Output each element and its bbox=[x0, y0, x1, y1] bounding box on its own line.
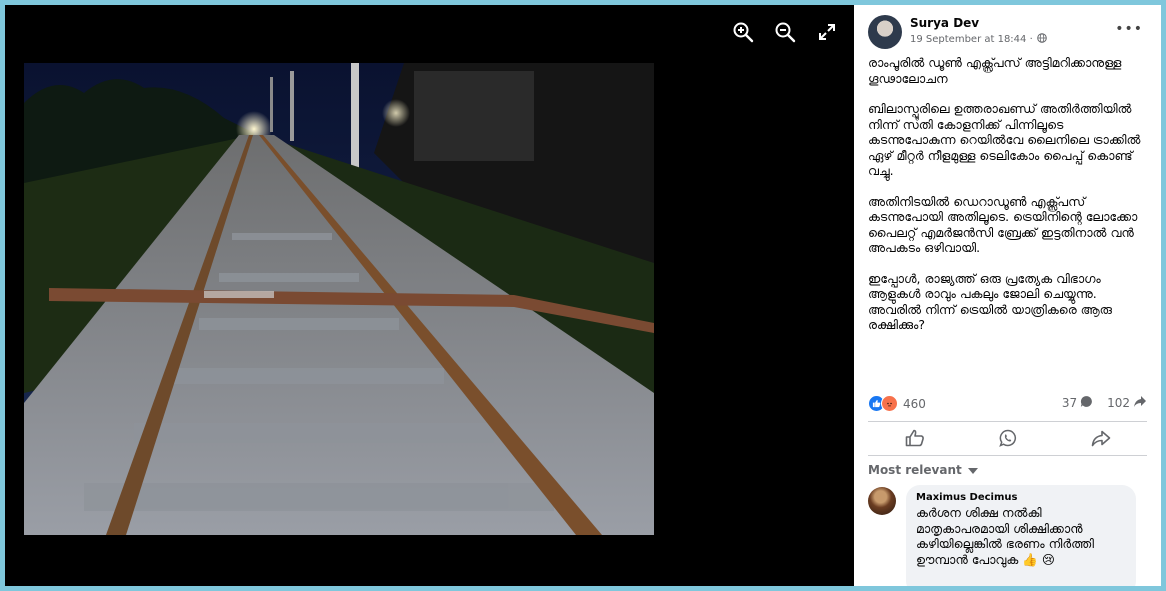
post-paragraph: ബിലാസ്പൂരിലെ ഉത്തരാഖണ്ഡ് അതിർത്തിയിൽ നിന… bbox=[868, 101, 1141, 178]
railway-track-image bbox=[24, 63, 654, 535]
like-button[interactable] bbox=[895, 429, 935, 451]
fullscreen-icon[interactable] bbox=[814, 19, 840, 45]
globe-icon bbox=[1036, 33, 1047, 46]
post-paragraph: രാംപൂരിൽ ഡൂൺ എക്സ്പ്രസ് അട്ടിമറിക്കാനുള്… bbox=[868, 55, 1122, 86]
comment-bubble: Maximus Decimus കർശന ശിക്ഷ നൽകി മാതൃകാപര… bbox=[906, 485, 1136, 586]
share-arrow-icon bbox=[1133, 395, 1147, 411]
comment-bubble-icon bbox=[1080, 395, 1093, 411]
share-count-value: 102 bbox=[1107, 396, 1130, 410]
commenter-avatar[interactable] bbox=[868, 487, 896, 515]
sort-label: Most relevant bbox=[868, 463, 962, 477]
shares-count[interactable]: 102 bbox=[1107, 395, 1147, 411]
post-paragraph: ഇപ്പോൾ, രാജ്യത്ത് ഒരു പ്രത്യേക വിഭാഗം ആള… bbox=[868, 270, 1112, 333]
comment-sort-dropdown[interactable]: Most relevant bbox=[868, 463, 978, 477]
comments-count[interactable]: 37 bbox=[1062, 395, 1093, 411]
reaction-count: 460 bbox=[903, 396, 926, 411]
post-paragraph: അതിനിടയിൽ ഡെറാഡൂൺ എക്സ്പ്രസ് കടന്നുപോയി … bbox=[868, 193, 1138, 256]
whatsapp-share-button[interactable] bbox=[988, 429, 1028, 451]
comment-text: കർശന ശിക്ഷ നൽകി മാതൃകാപരമായി ശിക്ഷിക്കാൻ… bbox=[916, 505, 1094, 567]
author-name[interactable]: Surya Dev bbox=[910, 16, 979, 30]
share-button[interactable] bbox=[1081, 429, 1121, 451]
photo-viewer bbox=[5, 5, 854, 586]
author-avatar[interactable] bbox=[868, 15, 902, 49]
divider bbox=[868, 421, 1147, 422]
zoom-in-icon[interactable] bbox=[730, 19, 756, 45]
post-actions bbox=[868, 429, 1147, 451]
caret-down-icon bbox=[967, 463, 978, 477]
post-meta: 19 September at 18:44 · bbox=[910, 33, 1047, 46]
angry-reaction-icon bbox=[881, 395, 898, 412]
engagement-counts: 37 102 bbox=[1062, 395, 1147, 411]
zoom-out-icon[interactable] bbox=[772, 19, 798, 45]
post-panel: Surya Dev 19 September at 18:44 · ••• രാ… bbox=[854, 5, 1161, 586]
reactions-summary[interactable]: 460 bbox=[868, 395, 926, 412]
post-photo[interactable] bbox=[24, 63, 654, 535]
thumbs-up-icon bbox=[905, 429, 925, 451]
post-text: രാംപൂരിൽ ഡൂൺ എക്സ്പ്രസ് അട്ടിമറിക്കാനുള്… bbox=[868, 55, 1153, 348]
divider bbox=[868, 455, 1147, 456]
post-timestamp[interactable]: 19 September at 18:44 · bbox=[910, 34, 1033, 45]
whatsapp-icon bbox=[998, 429, 1017, 451]
share-icon bbox=[1091, 430, 1111, 451]
commenter-name[interactable]: Maximus Decimus bbox=[916, 492, 1126, 503]
more-options-button[interactable]: ••• bbox=[1115, 21, 1143, 37]
comment-count-value: 37 bbox=[1061, 396, 1078, 410]
photo-viewer-window: Surya Dev 19 September at 18:44 · ••• രാ… bbox=[5, 5, 1161, 586]
